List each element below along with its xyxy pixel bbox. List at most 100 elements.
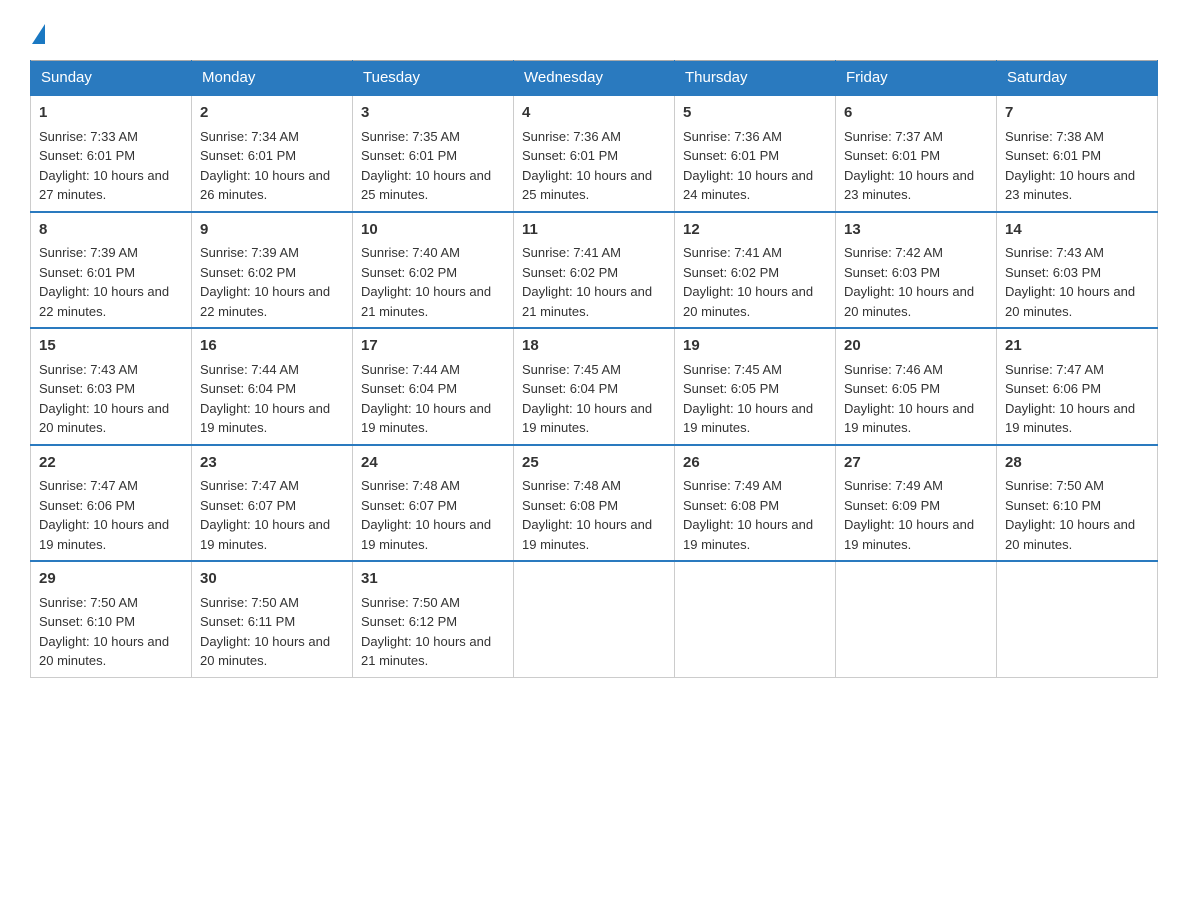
calendar-cell: 23 Sunrise: 7:47 AM Sunset: 6:07 PM Dayl… <box>192 445 353 562</box>
sunrise-label: Sunrise: 7:39 AM <box>200 245 299 260</box>
daylight-label: Daylight: 10 hours and 19 minutes. <box>200 517 330 552</box>
calendar-cell: 7 Sunrise: 7:38 AM Sunset: 6:01 PM Dayli… <box>997 95 1158 212</box>
sunset-label: Sunset: 6:03 PM <box>844 265 940 280</box>
sunset-label: Sunset: 6:02 PM <box>200 265 296 280</box>
sunset-label: Sunset: 6:01 PM <box>522 148 618 163</box>
calendar-header-row: SundayMondayTuesdayWednesdayThursdayFrid… <box>31 61 1158 96</box>
day-number: 6 <box>844 102 988 125</box>
sunset-label: Sunset: 6:03 PM <box>1005 265 1101 280</box>
sunrise-label: Sunrise: 7:41 AM <box>683 245 782 260</box>
day-number: 25 <box>522 452 666 475</box>
calendar-cell: 17 Sunrise: 7:44 AM Sunset: 6:04 PM Dayl… <box>353 328 514 445</box>
calendar-cell: 16 Sunrise: 7:44 AM Sunset: 6:04 PM Dayl… <box>192 328 353 445</box>
sunset-label: Sunset: 6:01 PM <box>200 148 296 163</box>
day-number: 3 <box>361 102 505 125</box>
header-wednesday: Wednesday <box>514 61 675 96</box>
sunset-label: Sunset: 6:09 PM <box>844 498 940 513</box>
sunset-label: Sunset: 6:08 PM <box>522 498 618 513</box>
day-number: 27 <box>844 452 988 475</box>
calendar-cell: 4 Sunrise: 7:36 AM Sunset: 6:01 PM Dayli… <box>514 95 675 212</box>
calendar-cell: 25 Sunrise: 7:48 AM Sunset: 6:08 PM Dayl… <box>514 445 675 562</box>
calendar-cell: 2 Sunrise: 7:34 AM Sunset: 6:01 PM Dayli… <box>192 95 353 212</box>
sunset-label: Sunset: 6:01 PM <box>844 148 940 163</box>
day-number: 17 <box>361 335 505 358</box>
sunset-label: Sunset: 6:07 PM <box>200 498 296 513</box>
sunset-label: Sunset: 6:02 PM <box>683 265 779 280</box>
calendar-week-2: 8 Sunrise: 7:39 AM Sunset: 6:01 PM Dayli… <box>31 212 1158 329</box>
day-number: 14 <box>1005 219 1149 242</box>
sunrise-label: Sunrise: 7:47 AM <box>39 478 138 493</box>
day-number: 13 <box>844 219 988 242</box>
daylight-label: Daylight: 10 hours and 25 minutes. <box>522 168 652 203</box>
day-number: 7 <box>1005 102 1149 125</box>
calendar-cell <box>997 561 1158 677</box>
calendar-cell: 5 Sunrise: 7:36 AM Sunset: 6:01 PM Dayli… <box>675 95 836 212</box>
sunset-label: Sunset: 6:06 PM <box>1005 381 1101 396</box>
sunrise-label: Sunrise: 7:39 AM <box>39 245 138 260</box>
day-number: 20 <box>844 335 988 358</box>
daylight-label: Daylight: 10 hours and 24 minutes. <box>683 168 813 203</box>
sunrise-label: Sunrise: 7:42 AM <box>844 245 943 260</box>
sunrise-label: Sunrise: 7:49 AM <box>683 478 782 493</box>
day-number: 23 <box>200 452 344 475</box>
calendar-cell <box>675 561 836 677</box>
sunset-label: Sunset: 6:01 PM <box>361 148 457 163</box>
sunrise-label: Sunrise: 7:46 AM <box>844 362 943 377</box>
daylight-label: Daylight: 10 hours and 22 minutes. <box>39 284 169 319</box>
header-thursday: Thursday <box>675 61 836 96</box>
daylight-label: Daylight: 10 hours and 26 minutes. <box>200 168 330 203</box>
daylight-label: Daylight: 10 hours and 23 minutes. <box>844 168 974 203</box>
day-number: 15 <box>39 335 183 358</box>
sunset-label: Sunset: 6:01 PM <box>1005 148 1101 163</box>
calendar-cell: 12 Sunrise: 7:41 AM Sunset: 6:02 PM Dayl… <box>675 212 836 329</box>
daylight-label: Daylight: 10 hours and 20 minutes. <box>1005 284 1135 319</box>
calendar-cell: 31 Sunrise: 7:50 AM Sunset: 6:12 PM Dayl… <box>353 561 514 677</box>
day-number: 19 <box>683 335 827 358</box>
sunrise-label: Sunrise: 7:34 AM <box>200 129 299 144</box>
daylight-label: Daylight: 10 hours and 27 minutes. <box>39 168 169 203</box>
day-number: 1 <box>39 102 183 125</box>
sunrise-label: Sunrise: 7:43 AM <box>1005 245 1104 260</box>
calendar-week-3: 15 Sunrise: 7:43 AM Sunset: 6:03 PM Dayl… <box>31 328 1158 445</box>
sunrise-label: Sunrise: 7:47 AM <box>200 478 299 493</box>
day-number: 11 <box>522 219 666 242</box>
sunrise-label: Sunrise: 7:35 AM <box>361 129 460 144</box>
sunset-label: Sunset: 6:10 PM <box>39 614 135 629</box>
sunrise-label: Sunrise: 7:50 AM <box>200 595 299 610</box>
calendar-cell: 6 Sunrise: 7:37 AM Sunset: 6:01 PM Dayli… <box>836 95 997 212</box>
daylight-label: Daylight: 10 hours and 19 minutes. <box>844 401 974 436</box>
day-number: 5 <box>683 102 827 125</box>
day-number: 2 <box>200 102 344 125</box>
sunset-label: Sunset: 6:06 PM <box>39 498 135 513</box>
sunrise-label: Sunrise: 7:41 AM <box>522 245 621 260</box>
sunset-label: Sunset: 6:05 PM <box>844 381 940 396</box>
sunset-label: Sunset: 6:01 PM <box>39 265 135 280</box>
sunrise-label: Sunrise: 7:45 AM <box>683 362 782 377</box>
daylight-label: Daylight: 10 hours and 25 minutes. <box>361 168 491 203</box>
calendar-week-1: 1 Sunrise: 7:33 AM Sunset: 6:01 PM Dayli… <box>31 95 1158 212</box>
calendar-cell: 1 Sunrise: 7:33 AM Sunset: 6:01 PM Dayli… <box>31 95 192 212</box>
sunrise-label: Sunrise: 7:47 AM <box>1005 362 1104 377</box>
daylight-label: Daylight: 10 hours and 20 minutes. <box>39 401 169 436</box>
daylight-label: Daylight: 10 hours and 21 minutes. <box>361 284 491 319</box>
daylight-label: Daylight: 10 hours and 19 minutes. <box>683 401 813 436</box>
sunset-label: Sunset: 6:04 PM <box>200 381 296 396</box>
day-number: 9 <box>200 219 344 242</box>
day-number: 21 <box>1005 335 1149 358</box>
sunset-label: Sunset: 6:10 PM <box>1005 498 1101 513</box>
calendar-cell: 26 Sunrise: 7:49 AM Sunset: 6:08 PM Dayl… <box>675 445 836 562</box>
daylight-label: Daylight: 10 hours and 21 minutes. <box>361 634 491 669</box>
page-header <box>30 24 1158 44</box>
daylight-label: Daylight: 10 hours and 20 minutes. <box>683 284 813 319</box>
sunrise-label: Sunrise: 7:37 AM <box>844 129 943 144</box>
daylight-label: Daylight: 10 hours and 19 minutes. <box>39 517 169 552</box>
daylight-label: Daylight: 10 hours and 19 minutes. <box>1005 401 1135 436</box>
calendar-cell: 9 Sunrise: 7:39 AM Sunset: 6:02 PM Dayli… <box>192 212 353 329</box>
calendar-cell: 18 Sunrise: 7:45 AM Sunset: 6:04 PM Dayl… <box>514 328 675 445</box>
day-number: 26 <box>683 452 827 475</box>
sunset-label: Sunset: 6:04 PM <box>522 381 618 396</box>
daylight-label: Daylight: 10 hours and 19 minutes. <box>844 517 974 552</box>
daylight-label: Daylight: 10 hours and 23 minutes. <box>1005 168 1135 203</box>
logo <box>30 24 47 44</box>
calendar-cell: 3 Sunrise: 7:35 AM Sunset: 6:01 PM Dayli… <box>353 95 514 212</box>
